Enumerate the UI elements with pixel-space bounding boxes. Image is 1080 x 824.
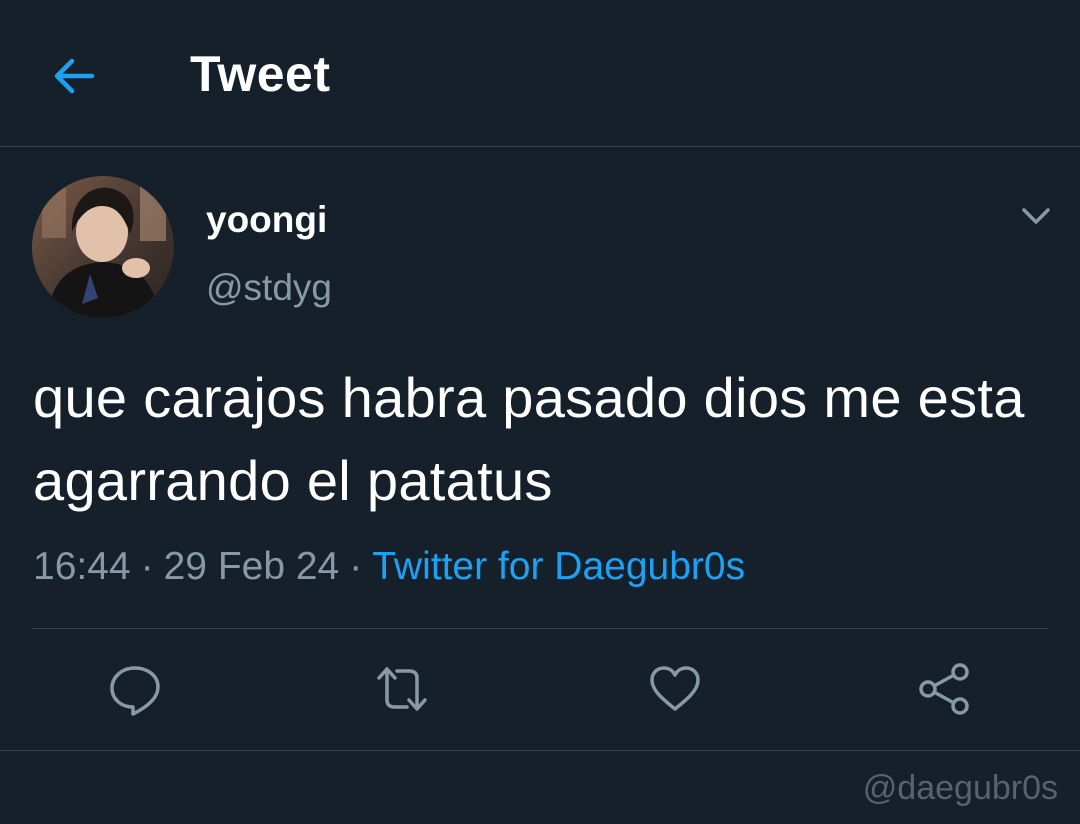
meta-separator: · — [140, 545, 154, 588]
author-display-name[interactable]: yoongi — [206, 198, 327, 242]
author-handle[interactable]: @stdyg — [206, 266, 332, 310]
divider — [32, 628, 1048, 629]
divider — [0, 750, 1080, 751]
share-icon[interactable] — [915, 660, 973, 718]
arrow-left-icon[interactable] — [50, 52, 98, 100]
tweet-time: 16:44 — [33, 545, 131, 588]
avatar-photo — [32, 176, 174, 318]
tweet-date: 29 Feb 24 — [163, 545, 340, 588]
avatar[interactable] — [32, 176, 174, 318]
chevron-down-icon[interactable] — [1018, 198, 1054, 234]
top-bar: Tweet — [0, 0, 1080, 147]
tweet-source-link[interactable]: Twitter for Daegubr0s — [372, 545, 745, 588]
tweet-metadata: 16:44 · 29 Feb 24 · Twitter for Daegubr0s — [33, 543, 745, 591]
page-title: Tweet — [190, 46, 331, 102]
tweet-text: que carajos habra pasado dios me esta ag… — [33, 366, 1025, 512]
like-icon[interactable] — [646, 660, 704, 718]
reply-icon[interactable] — [106, 660, 164, 718]
meta-separator: · — [349, 545, 363, 588]
watermark-text: @daegubr0s — [862, 769, 1058, 807]
retweet-icon[interactable] — [373, 660, 431, 718]
